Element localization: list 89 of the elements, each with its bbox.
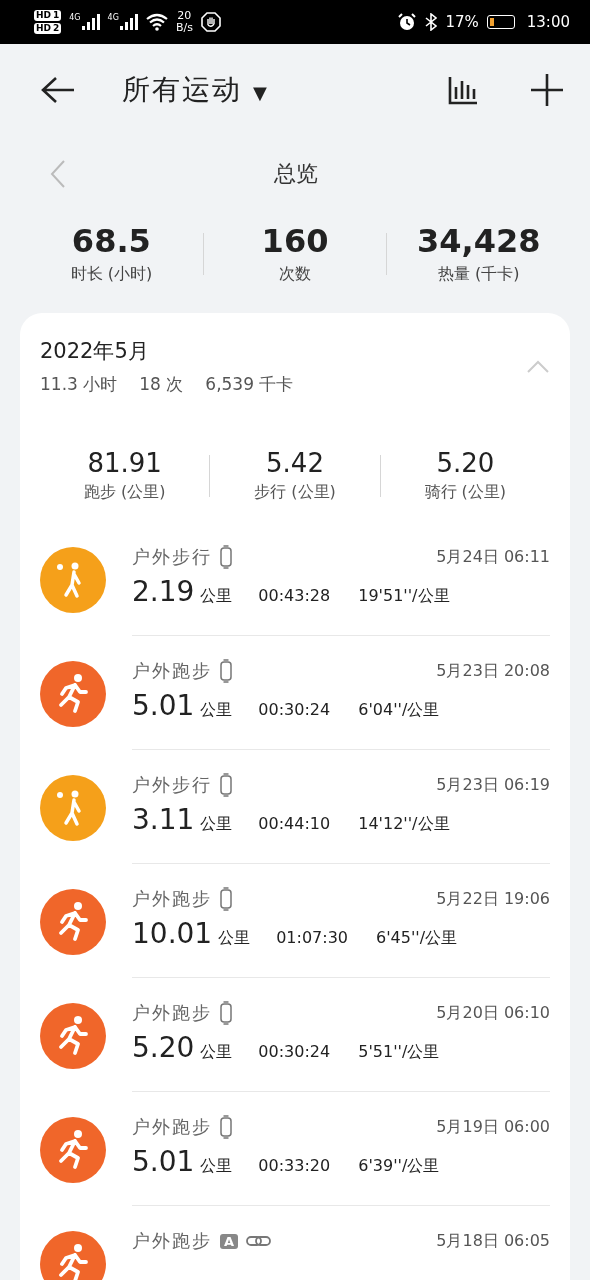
activity-item[interactable]: 户外跑步 5月22日 19:06 10.01 公里 01:07:30 6'45''/公里 (40, 881, 550, 995)
activity-duration: 01:07:30 (276, 928, 349, 947)
speed-value: 20 (177, 10, 192, 22)
clock: 13:00 (526, 13, 570, 31)
month-summary: 11.3 小时 (40, 373, 118, 396)
wifi-icon (145, 13, 168, 31)
hand-icon (200, 12, 221, 32)
activity-date: 5月23日 20:08 (436, 660, 550, 682)
activity-name: 户外步行 (132, 545, 212, 569)
activity-date: 5月20日 06:10 (436, 1002, 550, 1024)
activity-date: 5月22日 19:06 (436, 888, 550, 910)
activity-pace: 5'51''/公里 (358, 1042, 440, 1063)
total-value: 68.5 (71, 222, 151, 260)
activity-item[interactable]: 户外跑步 A 5月18日 06:05 (40, 1223, 550, 1280)
activity-item[interactable]: 户外跑步 5月23日 20:08 5.01 公里 00:30:24 6'04''/公里 (40, 653, 550, 767)
battery-icon (486, 15, 515, 29)
activity-distance: 3.11 (132, 803, 195, 836)
distance-value: 81.91 (87, 448, 162, 478)
signal-icon (119, 14, 138, 30)
activity-name: 户外跑步 (132, 1115, 212, 1139)
battery-percent: 17% (445, 13, 479, 31)
smart-band-icon (220, 659, 232, 683)
activity-item[interactable]: 户外跑步 5月19日 06:00 5.01 公里 00:33:20 6'39''/公里 (40, 1109, 550, 1223)
smart-band-icon (220, 773, 232, 797)
distance-label: 骑行 (公里) (424, 482, 507, 503)
distance-value: 5.20 (436, 448, 495, 478)
signal-icon (81, 14, 100, 30)
activity-item[interactable]: 户外步行 5月23日 06:19 3.11 公里 00:44:10 14'12''/公里 (40, 767, 550, 881)
activity-distance: 10.01 (132, 917, 213, 950)
activity-date: 5月24日 06:11 (436, 546, 550, 568)
alarm-icon (397, 12, 418, 32)
sim-label: HD 2 (34, 23, 62, 34)
activity-name: 户外跑步 (132, 1001, 212, 1025)
total-label: 时长 (小时) (70, 264, 153, 285)
total-label: 热量 (千卡) (437, 264, 520, 285)
activity-distance: 5.01 (132, 689, 195, 722)
distance-value: 5.42 (266, 448, 324, 478)
activity-date: 5月18日 06:05 (436, 1230, 550, 1252)
activity-item[interactable]: 户外跑步 5月20日 06:10 5.20 公里 00:30:24 5'51''/公里 (40, 995, 550, 1109)
activity-name: 户外跑步 (132, 1229, 212, 1253)
month-title: 2022年5月 (40, 338, 150, 365)
add-icon[interactable] (530, 73, 564, 107)
source-badge: A (220, 1233, 239, 1249)
distance-unit: 公里 (218, 928, 251, 949)
smart-band-icon (220, 545, 232, 569)
total-label: 次数 (279, 264, 311, 285)
overview-title: 总览 (274, 160, 318, 188)
distance-unit: 公里 (200, 1042, 233, 1063)
activity-pace: 19'51''/公里 (358, 586, 450, 607)
network-type: 4G (107, 14, 119, 22)
month-summary: 18 次 (139, 373, 184, 396)
activity-pace: 6'45''/公里 (376, 928, 458, 949)
activity-duration: 00:30:24 (258, 1042, 331, 1061)
smart-band-icon (220, 1115, 232, 1139)
activity-name: 户外跑步 (132, 887, 212, 911)
activity-pace: 14'12''/公里 (358, 814, 450, 835)
bluetooth-icon (425, 13, 438, 31)
activity-duration: 00:43:28 (258, 586, 331, 605)
activity-item[interactable]: 户外步行 5月24日 06:11 2.19 公里 00:43:28 19'51''/公里 (40, 539, 550, 653)
smart-band-icon (220, 1001, 232, 1025)
distance-label: 步行 (公里) (254, 482, 336, 503)
smart-band-icon (220, 887, 232, 911)
activity-date: 5月23日 06:19 (436, 774, 550, 796)
activity-pace: 6'39''/公里 (358, 1156, 440, 1177)
link-icon (246, 1234, 273, 1248)
activity-duration: 00:44:10 (258, 814, 331, 833)
back-icon[interactable] (40, 75, 76, 105)
distance-unit: 公里 (200, 1156, 233, 1177)
distance-unit: 公里 (200, 586, 233, 607)
activity-duration: 00:30:24 (258, 700, 331, 719)
distance-label: 跑步 (公里) (83, 482, 166, 503)
network-type: 4G (69, 14, 81, 22)
total-value: 34,428 (416, 222, 541, 260)
distance-unit: 公里 (200, 700, 233, 721)
activity-name: 户外跑步 (132, 659, 212, 683)
activity-distance: 5.01 (132, 1145, 195, 1178)
speed-unit: B/s (175, 22, 193, 34)
distance-unit: 公里 (200, 814, 233, 835)
activity-duration: 00:33:20 (258, 1156, 331, 1175)
activity-date: 5月19日 06:00 (436, 1116, 550, 1138)
activity-distance: 2.19 (132, 575, 195, 608)
activity-distance: 5.20 (132, 1031, 195, 1064)
activity-pace: 6'04''/公里 (358, 700, 440, 721)
month-summary: 6,539 千卡 (205, 373, 294, 396)
sim-label: HD 1 (34, 10, 62, 21)
activity-name: 户外步行 (132, 773, 212, 797)
total-value: 160 (261, 222, 329, 260)
sport-filter-dropdown[interactable]: 所有运动 ▼ (122, 71, 448, 109)
bar-chart-icon[interactable] (448, 75, 478, 105)
